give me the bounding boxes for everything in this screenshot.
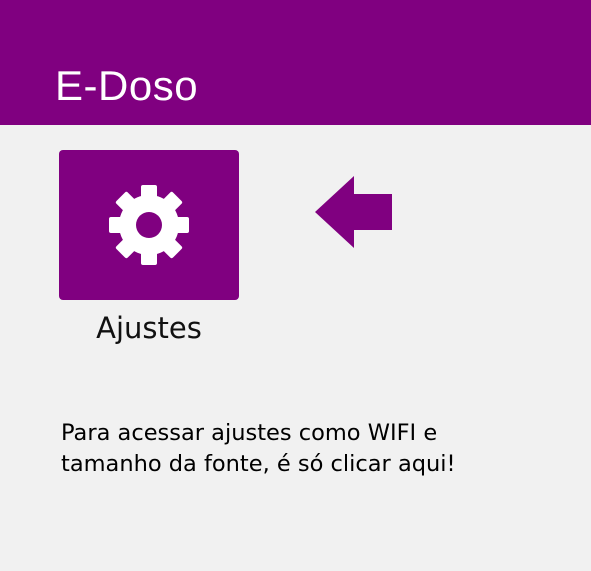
settings-label[interactable]: Ajustes [59,309,239,347]
gear-icon [109,185,189,265]
app-bar: E-Doso [0,0,591,125]
arrow-left-icon [315,176,392,248]
settings-hint-text: Para acessar ajustes como WIFI e tamanho… [61,420,456,477]
settings-button[interactable] [59,150,239,300]
app-title: E-Doso [55,62,199,109]
